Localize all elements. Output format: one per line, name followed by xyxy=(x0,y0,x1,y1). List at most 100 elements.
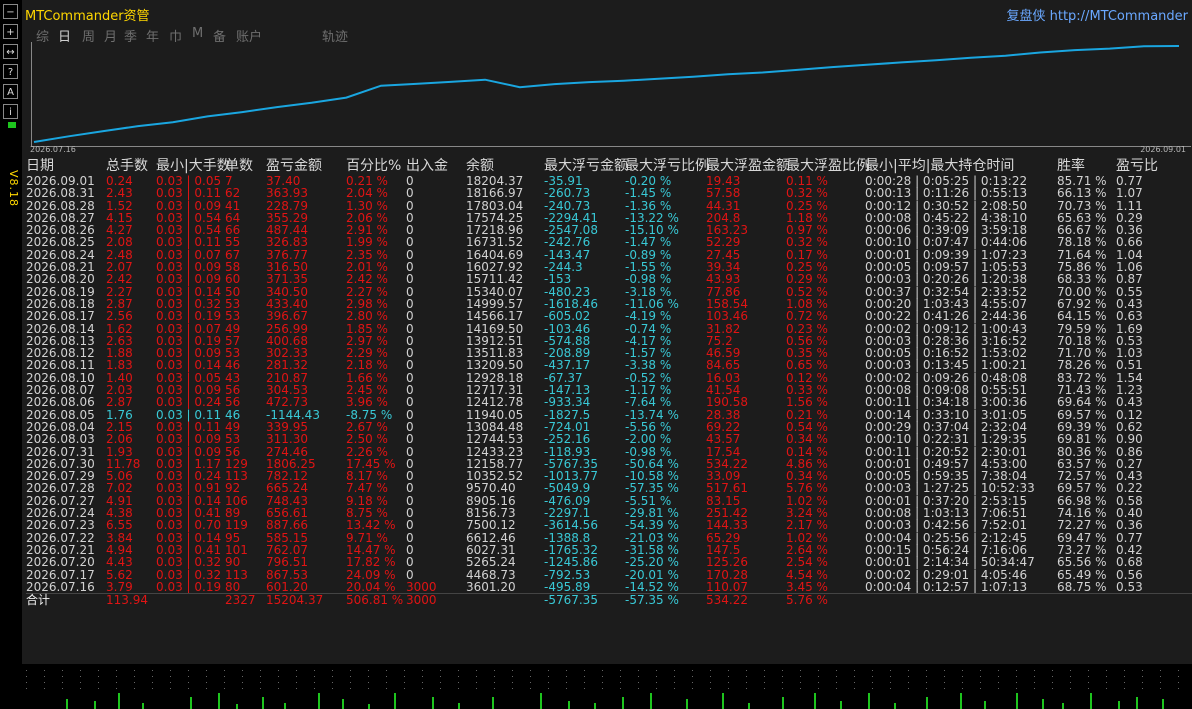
cell-col-0: 日期 xyxy=(26,158,54,174)
cell-col-6: 0 xyxy=(406,272,414,287)
cell-col-2: 0.03 | 0.09 xyxy=(156,432,222,447)
cell-col-0: 2026.08.25 xyxy=(26,235,95,250)
cell-col-13: 72.27 % xyxy=(1057,518,1107,533)
grid-dot xyxy=(476,688,477,689)
cell-col-5: 7.47 % xyxy=(346,481,388,496)
tab-7[interactable]: M xyxy=(192,26,203,41)
cell-col-8: -495.89 xyxy=(544,579,591,594)
cell-col-10: 84.65 xyxy=(706,358,741,373)
grid-dot xyxy=(494,682,495,683)
minimize-icon[interactable]: − xyxy=(3,4,18,19)
grid-dot xyxy=(62,682,63,683)
volume-bar xyxy=(1090,693,1092,709)
cell-col-7: 12433.23 xyxy=(466,444,524,459)
cell-col-5: 3.96 % xyxy=(346,395,388,410)
grid-dot xyxy=(692,688,693,689)
grid-dot xyxy=(134,676,135,677)
cell-col-7: 12412.78 xyxy=(466,395,524,410)
cell-col-5: 24.09 % xyxy=(346,567,396,582)
grid-dot xyxy=(548,670,549,671)
grid-dot xyxy=(1034,670,1035,671)
grid-dot xyxy=(1178,682,1179,683)
cell-col-8: -3614.56 xyxy=(544,518,598,533)
table-row[interactable]: 2026.08.14 1.62 0.03 | 0.07 49 256.99 1.85 % 0… xyxy=(26,321,1192,336)
brand-link[interactable]: 复盘侠 http://MTCommander xyxy=(1006,5,1188,24)
table-row[interactable]: 2026.08.03 2.06 0.03 | 0.09 53 311.30 2.50 % 0… xyxy=(26,432,1192,447)
table-row[interactable]: 2026.07.31 1.93 0.03 | 0.09 56 274.46 2.26 % 0… xyxy=(26,444,1192,459)
grid-dot xyxy=(998,670,999,671)
grid-dot xyxy=(1016,670,1017,671)
table-row[interactable]: 2026.08.17 2.56 0.03 | 0.19 53 396.67 2.80 % 0… xyxy=(26,309,1192,324)
grid-dot xyxy=(314,682,315,683)
cell-col-6: 0 xyxy=(406,186,414,201)
cell-col-14: 0.86 xyxy=(1116,444,1143,459)
help-icon[interactable]: ? xyxy=(3,64,18,79)
cell-col-14: 0.66 xyxy=(1116,235,1143,250)
grid-dot xyxy=(818,676,819,677)
cell-col-1: 1.62 xyxy=(106,321,133,336)
grid-dot xyxy=(314,670,315,671)
grid-dot xyxy=(890,670,891,671)
grid-dot xyxy=(440,682,441,683)
cell-col-13: 69.57 % xyxy=(1057,481,1107,496)
grid-dot xyxy=(566,688,567,689)
cell-col-12: 0:00:03 | 0:13:45 | 1:00:21 xyxy=(865,358,1028,373)
cell-col-12: 0:00:03 | 1:27:25 | 10:52:33 xyxy=(865,481,1035,496)
grid-dot xyxy=(296,676,297,677)
grid-dot xyxy=(314,676,315,677)
text-tool-icon[interactable]: A xyxy=(3,84,18,99)
volume-bar xyxy=(686,699,688,709)
grid-dot xyxy=(1070,670,1071,671)
volume-bar xyxy=(748,703,750,709)
pointer-icon[interactable]: ↔ xyxy=(3,44,18,59)
equity-curve-chart xyxy=(31,42,1191,147)
crosshair-icon[interactable]: + xyxy=(3,24,18,39)
grid-dot xyxy=(494,670,495,671)
cell-col-3: 113 xyxy=(225,567,248,582)
cell-col-6: 0 xyxy=(406,567,414,582)
volume-bar xyxy=(1016,693,1018,709)
cell-col-3: 2327 xyxy=(225,593,256,608)
cell-col-2: 0.03 | 0.32 xyxy=(156,567,222,582)
grid-dot xyxy=(422,670,423,671)
info-icon[interactable]: i xyxy=(3,104,18,119)
grid-dot xyxy=(440,676,441,677)
table-row[interactable]: 2026.08.20 2.42 0.03 | 0.09 60 371.35 2.42 % 0… xyxy=(26,272,1192,287)
grid-dot xyxy=(1160,688,1161,689)
cell-col-10: 43.57 xyxy=(706,432,741,447)
cell-col-13: 胜率 xyxy=(1057,158,1085,174)
grid-dot xyxy=(260,682,261,683)
grid-dot xyxy=(836,670,837,671)
cell-col-7: 12744.53 xyxy=(466,432,524,447)
grid-dot xyxy=(674,676,675,677)
table-row[interactable]: 2026.07.23 6.55 0.03 | 0.70 119 887.66 13.42 … xyxy=(26,518,1192,533)
volume-bar xyxy=(814,693,816,709)
cell-col-2: 最小|大手数 xyxy=(156,158,231,174)
table-row[interactable]: 2026.08.06 2.87 0.03 | 0.24 56 472.73 3.96 % 0… xyxy=(26,395,1192,410)
grid-dot xyxy=(962,676,963,677)
grid-dot xyxy=(458,688,459,689)
volume-bar xyxy=(594,703,596,709)
table-row[interactable]: 2026.07.17 5.62 0.03 | 0.32 113 867.53 24.09 … xyxy=(26,567,1192,582)
table-row[interactable]: 2026.07.16 3.79 0.03 | 0.19 80 601.20 20.04 %… xyxy=(26,579,1192,594)
table-row[interactable]: 2026.08.11 1.83 0.03 | 0.14 46 281.32 2.18 % 0… xyxy=(26,358,1192,373)
cell-col-13: 80.36 % xyxy=(1057,444,1107,459)
grid-dot xyxy=(962,688,963,689)
cell-col-0: 2026.07.16 xyxy=(26,579,95,594)
grid-dot xyxy=(1106,682,1107,683)
cell-col-9: -3.38 % xyxy=(625,358,672,373)
grid-dot xyxy=(908,682,909,683)
cell-col-4: 371.35 xyxy=(266,272,308,287)
cell-col-2: 0.03 | 0.32 xyxy=(156,555,222,570)
titlebar: MTCommander资管 复盘侠 http://MTCommander xyxy=(22,0,1192,26)
cell-col-9: -2.00 % xyxy=(625,432,672,447)
table-row[interactable]: 2026.08.25 2.08 0.03 | 0.11 55 326.83 1.99 % 0… xyxy=(26,235,1192,250)
cell-col-8: -153 xyxy=(544,272,572,287)
grid-dot xyxy=(998,682,999,683)
cell-col-7: 5265.24 xyxy=(466,555,516,570)
table-row[interactable]: 2026.07.20 4.43 0.03 | 0.32 90 796.51 17.82 %… xyxy=(26,555,1192,570)
table-row[interactable]: 2026.07.28 7.02 0.03 | 0.91 92 665.24 7.47 % 0… xyxy=(26,481,1192,496)
grid-dot xyxy=(98,688,99,689)
table-row[interactable]: 2026.08.31 2.43 0.03 | 0.11 62 363.93 2.04 % 0… xyxy=(26,186,1192,201)
cell-col-10: 103.46 xyxy=(706,309,748,324)
